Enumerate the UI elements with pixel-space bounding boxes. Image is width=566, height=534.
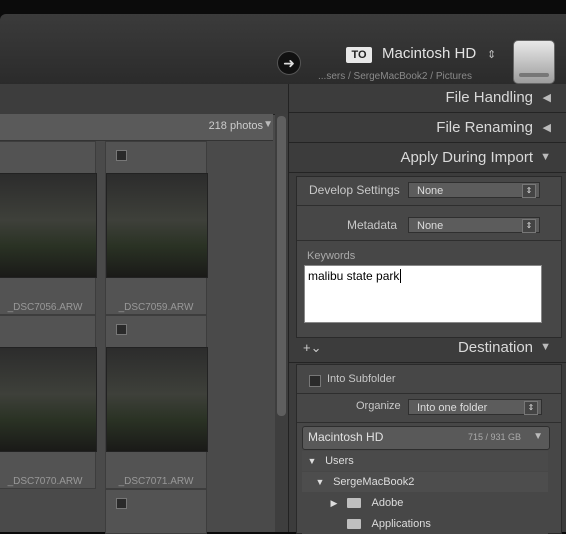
folder-label: SergeMacBook2 — [333, 476, 415, 488]
folder-tree-item-adobe[interactable]: ▶ Adobe — [302, 493, 548, 513]
organize-select[interactable]: Into one folder ⇕ — [408, 399, 542, 415]
develop-settings-label: Develop Settings — [309, 183, 400, 197]
section-title: File Handling — [445, 89, 533, 106]
destination-panel: Into Subfolder Organize Into one folder … — [296, 364, 562, 534]
photo-checkbox[interactable] — [116, 498, 127, 509]
triangle-down-icon[interactable]: ▼ — [310, 472, 330, 492]
section-apply-during-import[interactable]: Apply During Import ▼ — [289, 144, 566, 173]
triangle-down-icon[interactable]: ▼ — [302, 451, 322, 471]
organize-value: Into one folder — [417, 402, 488, 414]
section-title: File Renaming — [436, 119, 533, 136]
keywords-value: malibu state park — [308, 269, 400, 283]
photo-count: 218 photos — [208, 120, 263, 132]
folder-label: Applications — [371, 518, 431, 530]
photo-cell[interactable] — [105, 489, 207, 534]
photo-cell[interactable]: _DSC7070.ARW — [0, 315, 97, 489]
keywords-field[interactable]: malibu state park — [304, 265, 542, 323]
folder-tree-item-applications[interactable]: Applications — [302, 514, 548, 534]
folder-tree-item-users[interactable]: ▼ Users — [302, 451, 548, 471]
photo-thumbnail[interactable] — [106, 347, 208, 452]
metadata-value: None — [417, 220, 444, 232]
to-badge: TO — [346, 47, 372, 63]
apply-during-import-panel: Develop Settings None ⇕ Metadata None ⇕ … — [296, 176, 562, 338]
triangle-down-icon[interactable]: ▼ — [540, 341, 551, 353]
divider — [297, 205, 561, 206]
section-file-handling[interactable]: File Handling ◀ — [289, 84, 566, 113]
folder-icon — [347, 498, 362, 509]
triangle-left-icon[interactable]: ◀ — [543, 91, 551, 104]
metadata-select[interactable]: None ⇕ — [408, 217, 540, 233]
photo-cell[interactable]: _DSC7056.ARW — [0, 141, 97, 315]
divider — [297, 422, 561, 423]
section-destination[interactable]: +⌄ Destination ▼ — [289, 336, 566, 363]
right-panel: File Handling ◀ File Renaming ◀ Apply Du… — [288, 84, 566, 534]
photo-checkbox[interactable] — [116, 150, 127, 161]
organize-label: Organize — [356, 400, 401, 412]
folder-icon — [347, 519, 362, 530]
section-file-renaming[interactable]: File Renaming ◀ — [289, 114, 566, 143]
folder-tree-item-sergemacbook2[interactable]: ▼ SergeMacBook2 — [302, 472, 548, 492]
volume-name: Macintosh HD — [308, 430, 384, 444]
destination-name[interactable]: Macintosh HD — [382, 45, 476, 62]
photo-filename: _DSC7070.ARW — [7, 476, 83, 487]
chevron-updown-icon: ⇕ — [522, 219, 536, 233]
photo-thumbnail[interactable] — [106, 173, 208, 278]
keywords-label: Keywords — [307, 250, 356, 262]
photo-grid-panel: 218 photos ▼ _DSC7056.ARW _DSC7059.ARW _… — [0, 84, 288, 534]
divider — [297, 240, 561, 241]
develop-settings-value: None — [417, 185, 444, 197]
section-title: Apply During Import — [400, 149, 533, 166]
photo-cell[interactable]: _DSC7071.ARW — [105, 315, 208, 489]
text-cursor — [400, 269, 402, 283]
photo-filename: _DSC7056.ARW — [7, 302, 83, 313]
triangle-down-icon[interactable]: ▼ — [540, 151, 551, 163]
chevron-updown-icon: ⇕ — [524, 401, 538, 415]
develop-settings-select[interactable]: None ⇕ — [408, 182, 540, 198]
photo-checkbox[interactable] — [116, 324, 127, 335]
grid-toolbar: 218 photos ▼ — [0, 114, 273, 141]
photo-filename: _DSC7059.ARW — [118, 302, 194, 313]
add-folder-icon[interactable]: +⌄ — [303, 340, 321, 356]
triangle-left-icon[interactable]: ◀ — [543, 121, 551, 134]
photo-thumbnail[interactable] — [0, 347, 97, 452]
photo-filename: _DSC7071.ARW — [118, 476, 194, 487]
divider — [297, 393, 561, 394]
metadata-label: Metadata — [347, 218, 398, 232]
destination-chevron-icon[interactable]: ⇕ — [487, 48, 496, 61]
triangle-down-icon[interactable]: ▼ — [533, 431, 543, 442]
grid-scrollbar[interactable] — [275, 114, 288, 532]
folder-label: Users — [325, 455, 354, 467]
section-title: Destination — [457, 339, 533, 356]
photo-cell[interactable]: _DSC7059.ARW — [105, 141, 208, 315]
volume-header[interactable]: Macintosh HD 715 / 931 GB ▼ — [302, 426, 550, 450]
destination-path: ...sers / SergeMacBook2 / Pictures — [318, 71, 472, 82]
grid-scroll-thumb[interactable] — [277, 116, 286, 416]
chevron-updown-icon: ⇕ — [522, 184, 536, 198]
arrow-right-icon[interactable]: ➜ — [277, 51, 301, 75]
triangle-down-icon[interactable]: ▼ — [263, 119, 273, 130]
grid-top-bar — [0, 84, 288, 115]
into-subfolder-label: Into Subfolder — [327, 373, 396, 385]
volume-size: 715 / 931 GB — [467, 432, 521, 442]
hard-drive-icon — [513, 40, 555, 84]
folder-label: Adobe — [371, 497, 404, 509]
import-header: ➜ TO Macintosh HD ⇕ ...sers / SergeMacBo… — [0, 14, 566, 84]
triangle-right-icon[interactable]: ▶ — [324, 493, 344, 513]
into-subfolder-checkbox[interactable] — [309, 375, 321, 387]
photo-thumbnail[interactable] — [0, 173, 97, 278]
